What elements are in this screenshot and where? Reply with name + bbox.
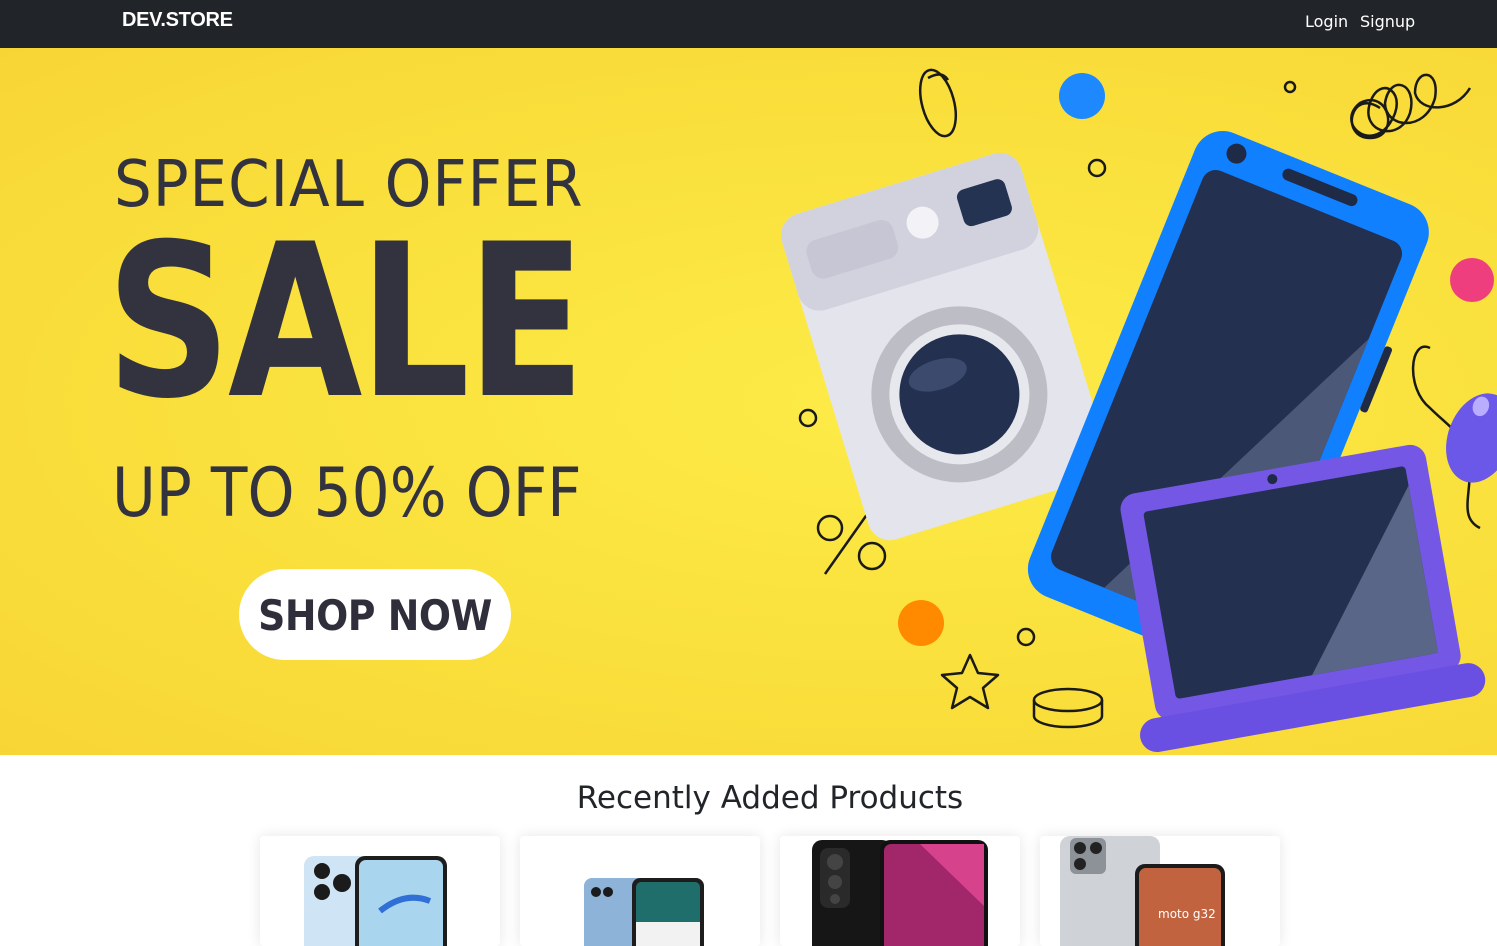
product-image: moto g32 [1060, 836, 1225, 946]
shop-now-button[interactable]: SHOP NOW [239, 569, 511, 660]
product-image [812, 840, 988, 946]
brand-logo[interactable]: DEV.STORE [122, 9, 233, 32]
navbar: DEV.STORE Login Signup [0, 0, 1497, 48]
signup-link[interactable]: Signup [1360, 12, 1415, 31]
shop-now-label: SHOP NOW [258, 591, 492, 640]
product-card[interactable]: moto g32 [1040, 836, 1280, 946]
product-card[interactable] [520, 836, 760, 946]
login-link[interactable]: Login [1305, 12, 1348, 31]
hero-illustration [781, 68, 1497, 753]
section-title: Recently Added Products [576, 780, 964, 816]
hero-sale: SALE [106, 198, 585, 445]
product-image [584, 878, 704, 946]
hero-banner: SPECIAL OFFER SALE UP TO 50% OFF SHOP NO… [0, 48, 1497, 755]
product-image [304, 856, 447, 946]
hero-discount: UP TO 50% OFF [112, 454, 582, 533]
product-card[interactable] [260, 836, 500, 946]
svg-text:moto g32: moto g32 [1158, 907, 1216, 921]
product-card[interactable] [780, 836, 1020, 946]
